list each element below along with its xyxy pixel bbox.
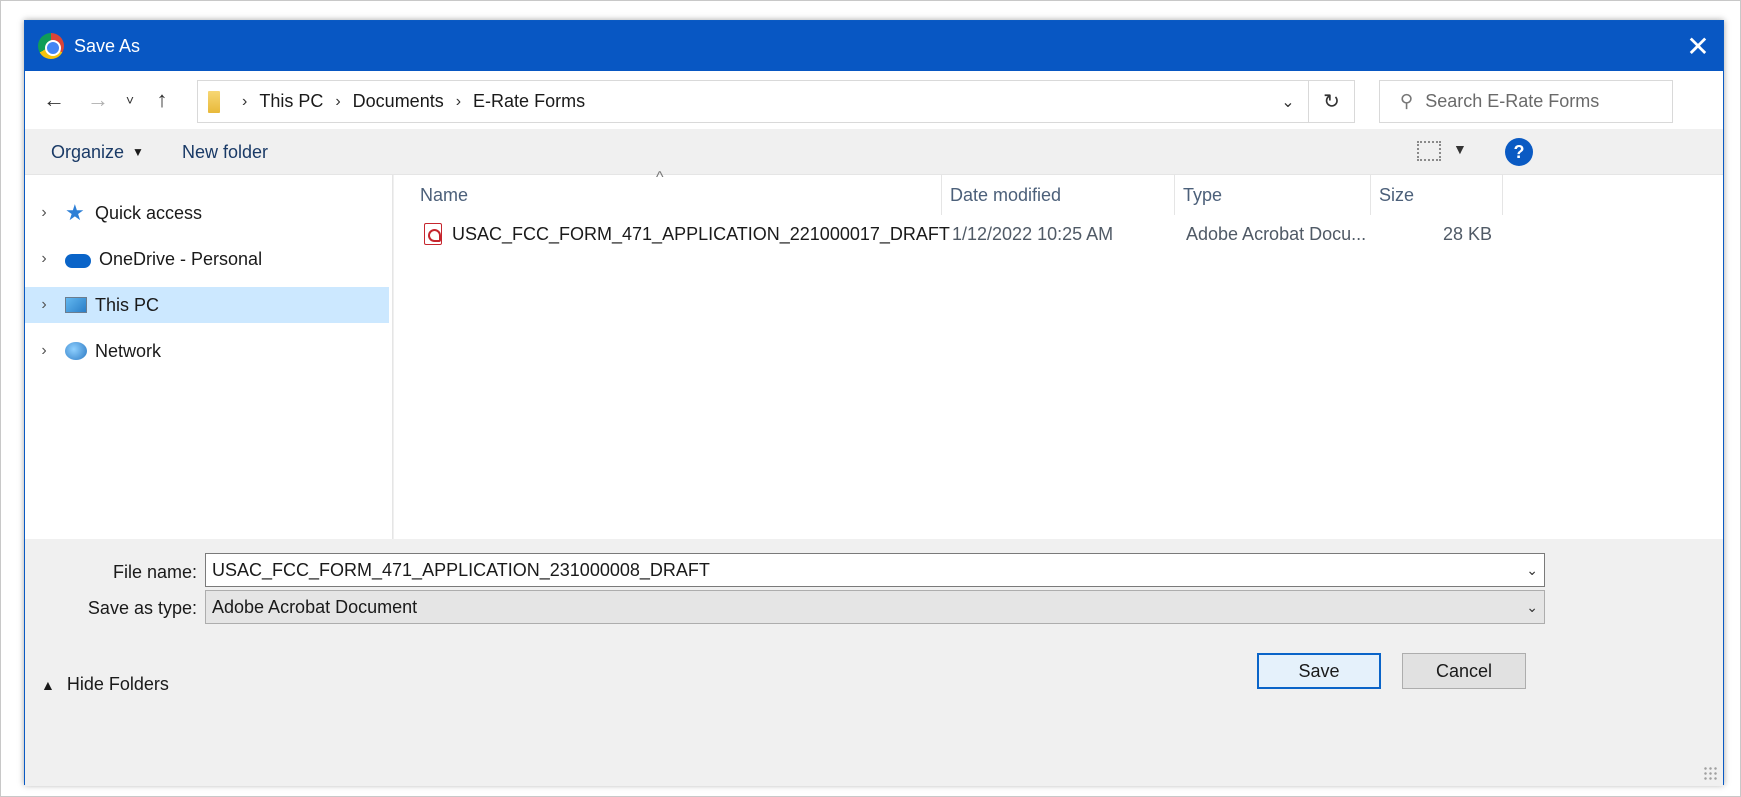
expand-chevron-icon[interactable]: › [29, 204, 59, 222]
file-type: Adobe Acrobat Docu... [1186, 223, 1367, 244]
cancel-button[interactable]: Cancel [1402, 653, 1526, 689]
expand-chevron-icon[interactable]: › [29, 342, 59, 360]
search-input[interactable]: ⚲ Search E-Rate Forms [1379, 80, 1673, 123]
star-icon: ★ [65, 200, 85, 225]
navigation-pane: › ★ Quick access › OneDrive - Personal ›… [25, 175, 393, 539]
dialog-title: Save As [74, 35, 141, 56]
breadcrumb-separator[interactable]: › [335, 93, 340, 111]
sidebar-item-network[interactable]: › Network [25, 333, 389, 369]
close-button[interactable]: ✕ [1673, 21, 1723, 71]
expand-chevron-icon[interactable]: › [29, 250, 59, 268]
hide-folders-button[interactable]: ▲ Hide Folders [41, 674, 169, 695]
column-label: Name [420, 184, 469, 205]
chevron-down-icon[interactable]: ⌄ [1526, 554, 1538, 586]
breadcrumb-separator[interactable]: › [456, 93, 461, 111]
hide-folders-label: Hide Folders [66, 674, 169, 694]
title-bar: Save As ✕ [25, 21, 1723, 71]
expand-chevron-icon[interactable]: › [29, 296, 59, 314]
breadcrumb-this-pc[interactable]: This PC [259, 91, 323, 112]
sidebar-item-quick-access[interactable]: › ★ Quick access [25, 195, 389, 231]
file-date-modified: 1/12/2022 10:25 AM [952, 223, 1114, 244]
save-as-type-label: Save as type: [87, 598, 197, 618]
back-button[interactable]: ← [37, 85, 71, 115]
sidebar-item-this-pc[interactable]: › This PC [25, 287, 389, 323]
column-header-size[interactable]: Size [1371, 175, 1503, 215]
address-dropdown-button[interactable]: ⌄ [1268, 81, 1308, 122]
save-as-type-select[interactable]: Adobe Acrobat Document ⌄ [205, 590, 1545, 624]
recent-locations-button[interactable]: ˅ [119, 85, 141, 115]
chevron-up-icon: ▲ [41, 676, 55, 693]
breadcrumb-separator: › [242, 92, 248, 110]
breadcrumb-e-rate-forms[interactable]: E-Rate Forms [473, 91, 585, 112]
chrome-app-icon [38, 33, 64, 59]
column-header-name[interactable]: Name ^ [412, 169, 942, 215]
search-placeholder: Search E-Rate Forms [1425, 91, 1600, 111]
save-button[interactable]: Save [1257, 653, 1381, 689]
chevron-down-icon[interactable]: ⌄ [1526, 591, 1538, 623]
sidebar-item-label: This PC [95, 294, 160, 315]
file-name: USAC_FCC_FORM_471_APPLICATION_221000017_… [452, 223, 950, 244]
file-name-cell: USAC_FCC_FORM_471_APPLICATION_221000017_… [424, 215, 950, 253]
file-size: 28 KB [1442, 223, 1492, 244]
cloud-icon [65, 254, 91, 268]
new-folder-button[interactable]: New folder [182, 129, 268, 175]
sidebar-item-label: Quick access [95, 202, 203, 223]
change-view-icon[interactable] [1417, 141, 1441, 161]
file-name-value: USAC_FCC_FORM_471_APPLICATION_231000008_… [212, 559, 710, 580]
up-button[interactable]: ↑ [145, 85, 179, 115]
sidebar-item-onedrive[interactable]: › OneDrive - Personal [25, 241, 389, 277]
navigation-bar: ← → ˅ ↑ › This PC › Documents › E-Rate F… [25, 71, 1723, 129]
search-icon: ⚲ [1400, 91, 1414, 111]
command-bar: Organize ▼ New folder ▼ ? [25, 129, 1723, 175]
refresh-button[interactable]: ↻ [1308, 81, 1354, 122]
file-name-label: File name: [112, 562, 197, 582]
resize-grip-icon[interactable] [1703, 766, 1719, 782]
caret-down-icon: ▼ [132, 145, 144, 159]
folder-icon [208, 90, 220, 113]
help-icon[interactable]: ? [1505, 138, 1533, 166]
save-as-dialog: Save As ✕ ← → ˅ ↑ › This PC › Documents … [24, 20, 1724, 786]
save-options-panel: File name: USAC_FCC_FORM_471_APPLICATION… [25, 539, 1723, 786]
breadcrumb-documents[interactable]: Documents [353, 91, 444, 112]
network-icon [65, 342, 87, 360]
file-list: Name ^ Date modified Type Size USAC_FCC_… [394, 169, 1723, 539]
sort-ascending-icon: ^ [656, 169, 664, 186]
pdf-icon [424, 223, 442, 245]
table-row[interactable]: USAC_FCC_FORM_471_APPLICATION_221000017_… [394, 215, 1504, 253]
file-name-field[interactable]: USAC_FCC_FORM_471_APPLICATION_231000008_… [205, 553, 1545, 587]
address-bar[interactable]: › This PC › Documents › E-Rate Forms ⌄ ↻ [197, 80, 1355, 123]
computer-icon [65, 297, 87, 313]
forward-button[interactable]: → [81, 85, 115, 115]
column-header-date-modified[interactable]: Date modified [942, 175, 1175, 215]
save-as-type-value: Adobe Acrobat Document [212, 596, 418, 617]
column-header-type[interactable]: Type [1175, 175, 1371, 215]
organize-label: Organize [51, 141, 125, 162]
sidebar-item-label: Network [95, 340, 162, 361]
organize-button[interactable]: Organize ▼ [51, 129, 144, 175]
view-options-caret-icon[interactable]: ▼ [1453, 141, 1467, 157]
sidebar-item-label: OneDrive - Personal [99, 248, 263, 269]
